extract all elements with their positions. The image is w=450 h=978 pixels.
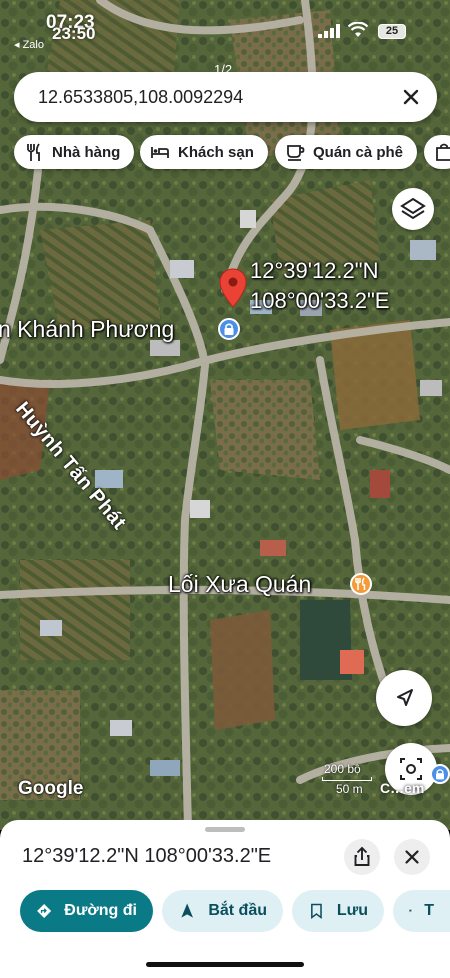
chip-restaurants[interactable]: Nhà hàng [14,135,135,169]
home-indicator[interactable] [146,962,304,967]
sheet-grabber[interactable] [205,827,245,832]
lens-label: C…em [380,780,425,796]
close-icon[interactable] [399,85,423,109]
restaurant-pin-icon[interactable] [350,573,372,595]
directions-label: Đường đi [64,902,137,919]
map-layers-button[interactable] [392,188,434,230]
chip-hotels[interactable]: Khách sạn [140,135,268,169]
dropped-pin-icon[interactable] [219,268,247,308]
map-scale: 200 bộ 50 m [322,762,374,796]
chip-label: Nhà hàng [52,143,121,161]
chip-cafes[interactable]: Quán cà phê [275,135,418,169]
shopping-bag-icon [436,143,450,161]
status-time-overlay: 23:50 [52,24,96,43]
google-logo: Google [18,778,84,799]
save-label: Lưu [336,902,368,919]
place-bottom-sheet[interactable]: 12°39'12.2"N 108°00'33.2"E Đường đi Bắt … [0,820,450,978]
pin-latitude: 12°39'12.2"N [250,258,379,283]
close-sheet-button[interactable] [394,839,430,875]
directions-button[interactable]: Đường đi [20,890,153,932]
save-button[interactable]: Lưu [292,890,384,932]
cellular-signal-icon [318,24,340,38]
my-location-button[interactable] [376,670,432,726]
layers-icon [400,197,426,220]
scale-metric: 50 m [336,782,363,796]
lock-icon [224,323,234,335]
share-button[interactable] [344,839,380,875]
label-button[interactable]: T [393,890,450,932]
start-label: Bắt đầu [208,902,267,919]
search-box[interactable]: 12.6533805,108.0092294 [14,72,437,122]
bookmark-icon [311,903,322,920]
start-button[interactable]: Bắt đầu [162,890,283,932]
navigation-arrow-icon [181,903,193,918]
chip-label: Quán cà phê [313,143,404,161]
place-label-text: n Khánh Phương [0,316,175,342]
coffee-cup-icon [287,145,305,161]
bed-icon [151,147,169,158]
share-icon [354,846,370,866]
directions-icon [37,903,52,919]
wifi-icon [348,22,368,37]
chip-label: Khách sạn [178,143,254,161]
lock-icon [436,769,444,780]
lock-pin-icon[interactable] [218,318,240,340]
close-icon [405,850,419,864]
poi-label[interactable]: Lối Xưa Quán [168,571,311,598]
category-chips: Nhà hàng Khách sạn Quán cà phê [0,135,450,171]
scale-imperial: 200 bộ [324,762,361,776]
battery-indicator: 25 [378,24,406,39]
back-to-app-link[interactable]: ◂ Zalo [14,38,44,51]
status-bar: 07:23 23:50 ◂ Zalo 1/2 25 [0,0,450,77]
place-label[interactable]: n Khánh Phương [0,316,174,343]
poi-label-text: Lối Xưa Quán [168,571,312,597]
flag-icon [409,909,412,913]
navigation-arrow-icon [397,689,413,706]
label-button-text: T [424,902,434,919]
pin-coordinate-label: 12°39'12.2"N 108°00'33.2"E [250,256,389,316]
scale-bar [322,777,372,781]
fork-knife-icon [27,143,40,161]
pin-longitude: 108°00'33.2"E [250,288,390,313]
fork-knife-icon [355,577,366,590]
search-query[interactable]: 12.6533805,108.0092294 [38,87,243,108]
lock-pin-icon[interactable] [430,764,450,784]
sheet-title: 12°39'12.2"N 108°00'33.2"E [22,845,272,867]
chip-shopping[interactable] [424,135,450,169]
